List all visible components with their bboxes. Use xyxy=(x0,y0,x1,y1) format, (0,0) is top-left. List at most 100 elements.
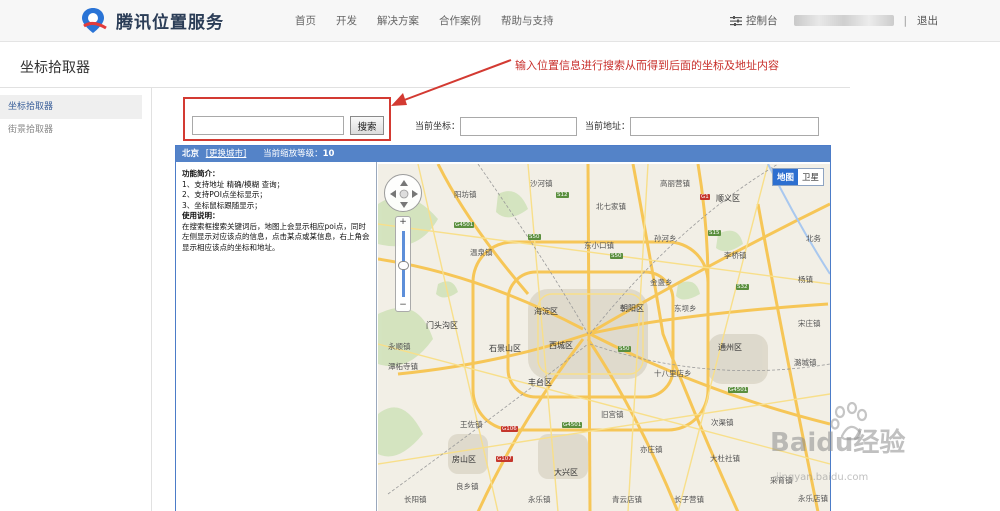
current-address-field[interactable] xyxy=(630,117,819,136)
zoom-knob[interactable] xyxy=(398,261,409,270)
blurred-username[interactable] xyxy=(793,15,894,26)
features-title: 功能简介： xyxy=(182,169,220,178)
zoom-out-button[interactable]: − xyxy=(396,300,410,310)
map-place-label: 永乐镇 xyxy=(528,495,551,504)
map-place-label: 杨镇 xyxy=(798,275,813,284)
console-link[interactable]: 控制台 xyxy=(746,13,778,28)
map-type-satellite-button[interactable]: 卫星 xyxy=(798,169,823,185)
road-shield: G106 xyxy=(501,426,518,432)
map-place-label: 石景山区 xyxy=(489,344,521,353)
map-type-switch: 地图 卫星 xyxy=(771,168,824,186)
pan-control[interactable] xyxy=(384,174,422,212)
map-place-label: 王佐镇 xyxy=(460,420,483,429)
main-nav: 首页 开发 解决方案 合作案例 帮助与支持 xyxy=(295,13,554,28)
nav-item-develop[interactable]: 开发 xyxy=(336,13,357,28)
map-place-label: 旧宫镇 xyxy=(601,410,624,419)
nav-item-cases[interactable]: 合作案例 xyxy=(439,13,481,28)
brand-name: 腾讯位置服务 xyxy=(116,12,224,33)
map-type-map-button[interactable]: 地图 xyxy=(772,169,798,185)
road-shield: G107 xyxy=(496,456,513,462)
search-button[interactable]: 搜索 xyxy=(350,116,384,135)
current-coord-field[interactable] xyxy=(460,117,577,136)
road-shield: S12 xyxy=(556,192,569,198)
map-place-label: 金盏乡 xyxy=(650,278,673,287)
info-column: 功能简介： 1、支持地址 精确/模糊 查询； 2、支持POI点坐标显示； 3、坐… xyxy=(176,162,377,511)
current-city: 北京 xyxy=(182,149,200,159)
map-place-label: 北务 xyxy=(806,234,821,243)
brand-logo[interactable]: 腾讯位置服务 xyxy=(78,6,224,34)
current-coord-label: 当前坐标： xyxy=(415,122,461,132)
current-address-label: 当前地址： xyxy=(585,122,631,132)
map-place-label: 朝阳区 xyxy=(620,304,644,313)
map-place-label: 门头沟区 xyxy=(426,321,458,330)
change-city-link[interactable]: [更换城市] xyxy=(206,149,247,159)
sidebar: 坐标拾取器 街景拾取器 xyxy=(0,88,152,511)
zoom-level-label: 当前缩放等级： xyxy=(263,149,323,159)
zoom-in-button[interactable]: + xyxy=(396,217,410,227)
nav-item-solutions[interactable]: 解决方案 xyxy=(377,13,419,28)
road-shield: S50 xyxy=(618,346,631,352)
page-title: 坐标拾取器 xyxy=(20,60,90,76)
watermark-brand: Baidu经验 xyxy=(770,428,906,458)
pan-arrows-icon xyxy=(390,180,418,208)
road-shield: S32 xyxy=(736,284,749,290)
search-input[interactable] xyxy=(192,116,344,135)
road-shield: G1 xyxy=(700,194,710,200)
map-panel: 北京 [更换城市] 当前缩放等级：10 功能简介： 1、支持地址 精确/模糊 查… xyxy=(175,145,831,511)
annotation-text: 输入位置信息进行搜索从而得到后面的坐标及地址内容 xyxy=(515,59,779,72)
map-place-label: 海淀区 xyxy=(534,307,558,316)
zoom-slider[interactable]: + − xyxy=(395,216,411,312)
map-place-label: 十八里店乡 xyxy=(654,369,692,378)
road-shield: G4501 xyxy=(562,422,583,428)
road-shield: S15 xyxy=(708,230,721,236)
map-place-label: 永顺镇 xyxy=(388,342,411,351)
sidebar-item-streetview-picker[interactable]: 街景拾取器 xyxy=(0,118,142,142)
map-place-label: 高丽营镇 xyxy=(660,179,690,188)
header-tools: 控制台 | 退出 xyxy=(730,13,938,28)
map-place-label: 阳坊镇 xyxy=(454,190,477,199)
map-place-label: 亦庄镇 xyxy=(640,445,663,454)
usage-text: 在搜索框搜索关键词后，地图上会显示相应poi点，同时左侧显示对应该点的信息，点击… xyxy=(182,221,370,252)
map-place-label: 顺义区 xyxy=(716,194,740,203)
panel-header: 北京 [更换城市] 当前缩放等级：10 xyxy=(176,146,830,162)
map-place-label: 温泉镇 xyxy=(470,248,493,257)
feature-item: 3、坐标鼠标跟随显示； xyxy=(182,200,262,210)
watermark-url: jingyan.baidu.com xyxy=(776,472,869,483)
map-place-label: 长阳镇 xyxy=(404,495,427,504)
road-shield: S50 xyxy=(610,253,623,259)
feature-item: 1、支持地址 精确/模糊 查询； xyxy=(182,179,285,189)
map-place-label: 丰台区 xyxy=(528,378,552,387)
map-place-label: 次渠镇 xyxy=(711,418,734,427)
map-roads xyxy=(378,164,830,511)
usage-title: 使用说明： xyxy=(182,211,220,220)
map-place-label: 青云店镇 xyxy=(612,495,642,504)
map-place-label: 北七家镇 xyxy=(596,202,626,211)
header-separator: | xyxy=(903,14,908,27)
map-place-label: 房山区 xyxy=(452,455,476,464)
map-place-label: 长子营镇 xyxy=(674,495,704,504)
map-place-label: 李桥镇 xyxy=(724,251,747,260)
map-place-label: 大杜社镇 xyxy=(710,454,740,463)
nav-item-help[interactable]: 帮助与支持 xyxy=(501,13,554,28)
sidebar-item-coord-picker[interactable]: 坐标拾取器 xyxy=(0,95,142,119)
road-shield: S50 xyxy=(528,234,541,240)
nav-item-home[interactable]: 首页 xyxy=(295,13,316,28)
location-pin-logo-icon xyxy=(82,8,107,33)
annotation-arrow xyxy=(391,59,512,106)
map-place-label: 通州区 xyxy=(718,343,742,352)
feature-item: 2、支持POI点坐标显示； xyxy=(182,190,267,199)
map-place-label: 东小口镇 xyxy=(584,241,614,250)
map-place-label: 孙河乡 xyxy=(654,234,677,243)
map-place-label: 西城区 xyxy=(549,341,573,350)
map-canvas[interactable]: 地图 卫星 + − 沙河镇 高丽营镇 阳坊镇 北七家镇 顺义区 北务 东小口镇 … xyxy=(378,164,830,511)
map-place-label: 潞城镇 xyxy=(794,358,817,367)
map-place-label: 良乡镇 xyxy=(456,482,479,491)
console-icon xyxy=(730,15,742,26)
map-place-label: 大兴区 xyxy=(554,468,578,477)
top-bar: 腾讯位置服务 首页 开发 解决方案 合作案例 帮助与支持 控制台 | 退出 xyxy=(0,0,1000,42)
zoom-level-value: 10 xyxy=(322,149,335,159)
map-place-label: 宋庄镇 xyxy=(798,319,821,328)
road-shield: G4501 xyxy=(454,222,475,228)
map-place-label: 东坝乡 xyxy=(674,304,697,313)
logout-link[interactable]: 退出 xyxy=(917,13,938,28)
